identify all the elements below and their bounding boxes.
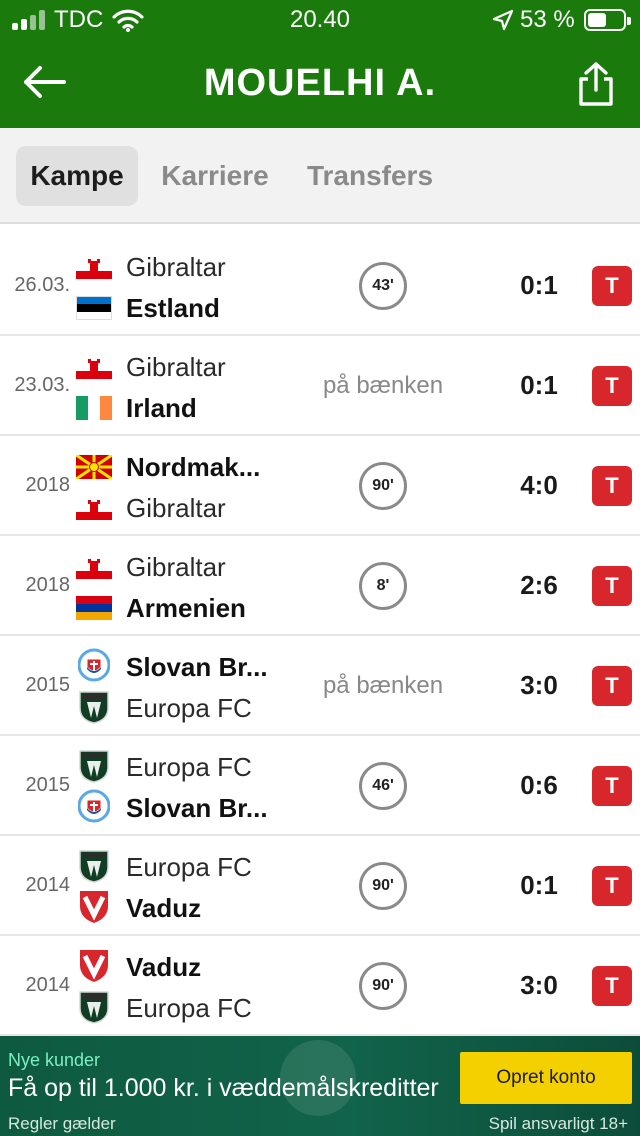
tab-karriere[interactable]: Karriere — [148, 146, 282, 206]
away-team: Vaduz — [126, 893, 202, 923]
home-team: Gibraltar — [126, 552, 226, 582]
battery-icon — [584, 9, 631, 31]
match-row[interactable]: 23.03. Gibraltar Irland på bænken 0:1 T — [0, 336, 640, 436]
battery-percent: 53 % — [520, 6, 575, 33]
match-row[interactable]: 2018 Nordmak... Gibraltar 90' 4:0 T — [0, 436, 640, 536]
ad-rules-link[interactable]: Regler gælder — [8, 1114, 116, 1134]
tab-kampe[interactable]: Kampe — [16, 146, 138, 206]
match-type-badge: T — [592, 266, 632, 306]
bench-status: på bænken — [322, 372, 444, 399]
away-team: Estland — [126, 293, 220, 323]
crest-vaduz-icon — [78, 947, 110, 983]
tab-bar: Kampe Karriere Transfers — [0, 128, 640, 224]
match-type-badge: T — [592, 666, 632, 706]
match-date: 2018 — [25, 574, 71, 596]
match-type-badge: T — [592, 966, 632, 1006]
match-date: 26.03. — [14, 274, 70, 296]
flag-gibraltar-icon — [76, 496, 112, 520]
match-row[interactable]: 2014 Europa FC Vaduz 90' 0:1 T — [0, 836, 640, 936]
match-type-badge: T — [592, 466, 632, 506]
home-team: Europa FC — [126, 852, 252, 882]
match-row[interactable]: 2014 Vaduz Europa FC 90' 3:0 T — [0, 936, 640, 1036]
flag-gibraltar-icon — [76, 555, 112, 579]
match-date: 2015 — [25, 674, 71, 696]
away-team: Europa FC — [126, 693, 252, 723]
crest-slovan-icon — [77, 788, 111, 824]
match-type-badge: T — [592, 866, 632, 906]
minutes-played-badge: 90' — [359, 962, 407, 1010]
tab-transfers[interactable]: Transfers — [294, 146, 446, 206]
match-score: 0:1 — [520, 370, 558, 400]
crest-europa-icon — [78, 688, 110, 724]
page-title: MOUELHI A. — [203, 62, 437, 104]
minutes-played-badge: 46' — [359, 762, 407, 810]
match-type-badge: T — [592, 366, 632, 406]
home-team: Slovan Br... — [126, 652, 268, 682]
ad-headline: Få op til 1.000 kr. i væddemålskreditter — [8, 1074, 439, 1102]
match-type-badge: T — [592, 566, 632, 606]
match-row[interactable]: 26.03. Gibraltar Estland 43' 0:1 T — [0, 236, 640, 336]
minutes-played-badge: 43' — [359, 262, 407, 310]
match-date: 2018 — [25, 474, 71, 496]
ad-banner[interactable]: Nye kunder Få op til 1.000 kr. i væddemå… — [0, 1036, 640, 1136]
match-score: 3:0 — [520, 970, 558, 1000]
minutes-played-badge: 90' — [359, 862, 407, 910]
flag-gibraltar-icon — [76, 255, 112, 279]
match-row[interactable]: 2018 Gibraltar Armenien 8' 2:6 T — [0, 536, 640, 636]
match-score: 2:6 — [520, 570, 558, 600]
ad-kicker: Nye kunder — [8, 1050, 101, 1070]
share-icon[interactable] — [574, 60, 618, 108]
away-team: Slovan Br... — [126, 793, 268, 823]
home-team: Nordmak... — [126, 452, 261, 482]
crest-slovan-icon — [77, 647, 111, 683]
match-date: 2015 — [25, 774, 71, 796]
crest-europa-icon — [78, 847, 110, 883]
match-score: 3:0 — [520, 670, 558, 700]
status-bar: TDC 20.40 53 % — [0, 0, 640, 40]
match-score: 4:0 — [520, 470, 558, 500]
home-team: Europa FC — [126, 752, 252, 782]
match-score: 0:6 — [520, 770, 558, 800]
create-account-button[interactable]: Opret konto — [460, 1052, 632, 1104]
location-arrow-icon — [492, 9, 514, 31]
ad-responsible-gaming: Spil ansvarligt 18+ — [488, 1114, 628, 1133]
away-team: Gibraltar — [126, 493, 226, 523]
match-date: 2014 — [25, 974, 71, 996]
bench-status: på bænken — [322, 672, 444, 699]
battery-level — [588, 13, 606, 27]
flag-armenia-icon — [76, 596, 112, 620]
away-team: Irland — [126, 393, 197, 423]
match-date: 23.03. — [14, 374, 70, 396]
app-top-bar: TDC 20.40 53 % MOUELHI A. — [0, 0, 640, 128]
flag-estonia-icon — [76, 296, 112, 320]
away-team: Europa FC — [126, 993, 252, 1023]
match-row[interactable]: 2015 Slovan Br... Europa FC på bænken 3:0 T — [0, 636, 640, 736]
flag-gibraltar-icon — [76, 355, 112, 379]
minutes-played-badge: 8' — [359, 562, 407, 610]
crest-europa-icon — [78, 988, 110, 1024]
page-header: MOUELHI A. — [0, 40, 640, 128]
match-list: 26.03. Gibraltar Estland 43' 0:1 T 23.03. Gibra… — [0, 224, 640, 1036]
match-date: 2014 — [25, 874, 71, 896]
crest-vaduz-icon — [78, 888, 110, 924]
crest-europa-icon — [78, 747, 110, 783]
away-team: Armenien — [126, 593, 246, 623]
home-team: Gibraltar — [126, 252, 226, 282]
match-score: 0:1 — [520, 270, 558, 300]
home-team: Vaduz — [126, 952, 202, 982]
flag-north-macedonia-icon — [75, 453, 113, 481]
minutes-played-badge: 90' — [359, 462, 407, 510]
flag-ireland-icon — [76, 396, 112, 420]
match-type-badge: T — [592, 766, 632, 806]
match-row[interactable]: 2015 Europa FC Slovan Br... 46' 0:6 T — [0, 736, 640, 836]
match-score: 0:1 — [520, 870, 558, 900]
home-team: Gibraltar — [126, 352, 226, 382]
